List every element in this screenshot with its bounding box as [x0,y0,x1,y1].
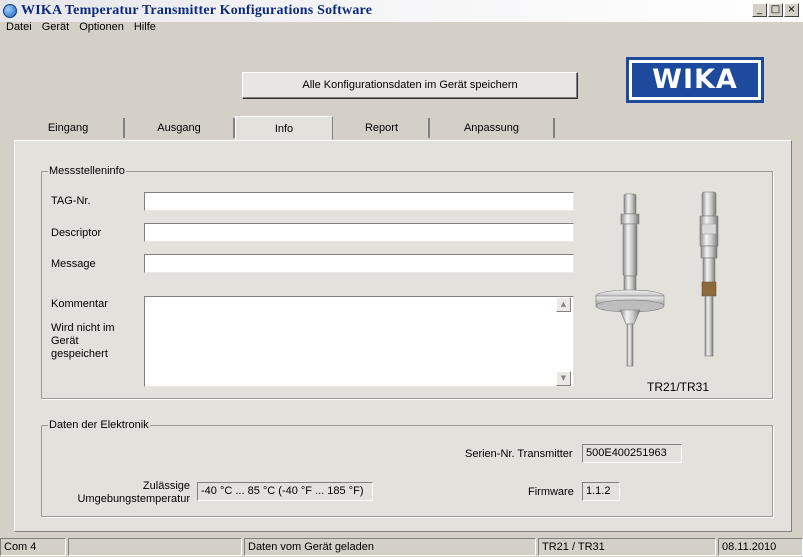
wika-logo: WIKA [626,57,764,103]
menu-optionen[interactable]: Optionen [73,20,128,36]
menu-bar: Datei Gerät Optionen Hilfe [0,20,160,36]
transmitter-product-image [595,191,719,367]
app-globe-icon[interactable] [3,4,17,18]
wika-logo-text: WIKA [632,63,758,97]
tag-input[interactable] [144,192,574,211]
comment-note: Wird nicht im Gerät gespeichert [51,322,115,360]
measuring-point-group-title: Messstelleninfo [48,165,126,178]
tab-info[interactable]: Info [235,116,333,140]
menu-hilfe[interactable]: Hilfe [128,20,160,36]
close-button[interactable]: × [784,3,799,17]
title-bar: WIKA Temperatur Transmitter Konfiguratio… [0,0,803,22]
maximize-button[interactable]: □ [768,3,783,17]
status-date: 08.11.2010 [718,538,803,556]
info-tab-panel: Messstelleninfo TAG-Nr. Descriptor Messa… [14,140,792,532]
product-caption: TR21/TR31 [647,380,710,394]
status-blank [68,538,242,556]
window-controls: _ □ × [752,3,799,17]
electronics-group-title: Daten der Elektronik [48,419,150,432]
status-port: Com 4 [0,538,66,556]
window-title: WIKA Temperatur Transmitter Konfiguratio… [21,3,373,18]
minimize-button[interactable]: _ [752,3,767,17]
measuring-point-group: Messstelleninfo TAG-Nr. Descriptor Messa… [41,165,773,399]
tab-strip: Eingang Ausgang Info Report Anpassung [13,116,793,140]
comment-label: Kommentar [51,298,108,310]
temp-value: -40 °C ... 85 °C (-40 °F ... 185 °F) [197,482,373,501]
menu-datei[interactable]: Datei [0,20,36,36]
tab-eingang[interactable]: Eingang [13,118,125,138]
message-input[interactable] [144,254,574,273]
tab-anpassung[interactable]: Anpassung [430,118,555,138]
tag-label: TAG-Nr. [51,195,91,207]
status-message: Daten vom Gerät geladen [244,538,536,556]
scroll-down-arrow-icon[interactable]: ▼ [556,371,571,386]
save-all-config-button[interactable]: Alle Konfigurationsdaten im Gerät speich… [242,72,578,99]
menu-geraet[interactable]: Gerät [36,20,74,36]
comment-textarea[interactable] [144,296,574,387]
serial-label: Serien-Nr. Transmitter [465,448,573,460]
comment-scrollbar[interactable]: ▲ ▼ [556,297,571,386]
message-label: Message [51,258,96,270]
descriptor-label: Descriptor [51,227,102,239]
status-bar: Com 4 Daten vom Gerät geladen TR21 / TR3… [0,537,803,557]
tab-report[interactable]: Report [335,118,430,138]
electronics-group: Daten der Elektronik Serien-Nr. Transmit… [41,419,773,517]
scroll-up-arrow-icon[interactable]: ▲ [556,297,571,312]
firmware-label: Firmware [528,486,574,498]
status-device: TR21 / TR31 [538,538,716,556]
tab-ausgang[interactable]: Ausgang [125,118,235,138]
temp-label: Zulässige Umgebungstemperatur [77,480,190,505]
firmware-value: 1.1.2 [582,482,620,501]
descriptor-input[interactable] [144,223,574,242]
serial-value: 500E400251963 [582,444,682,463]
